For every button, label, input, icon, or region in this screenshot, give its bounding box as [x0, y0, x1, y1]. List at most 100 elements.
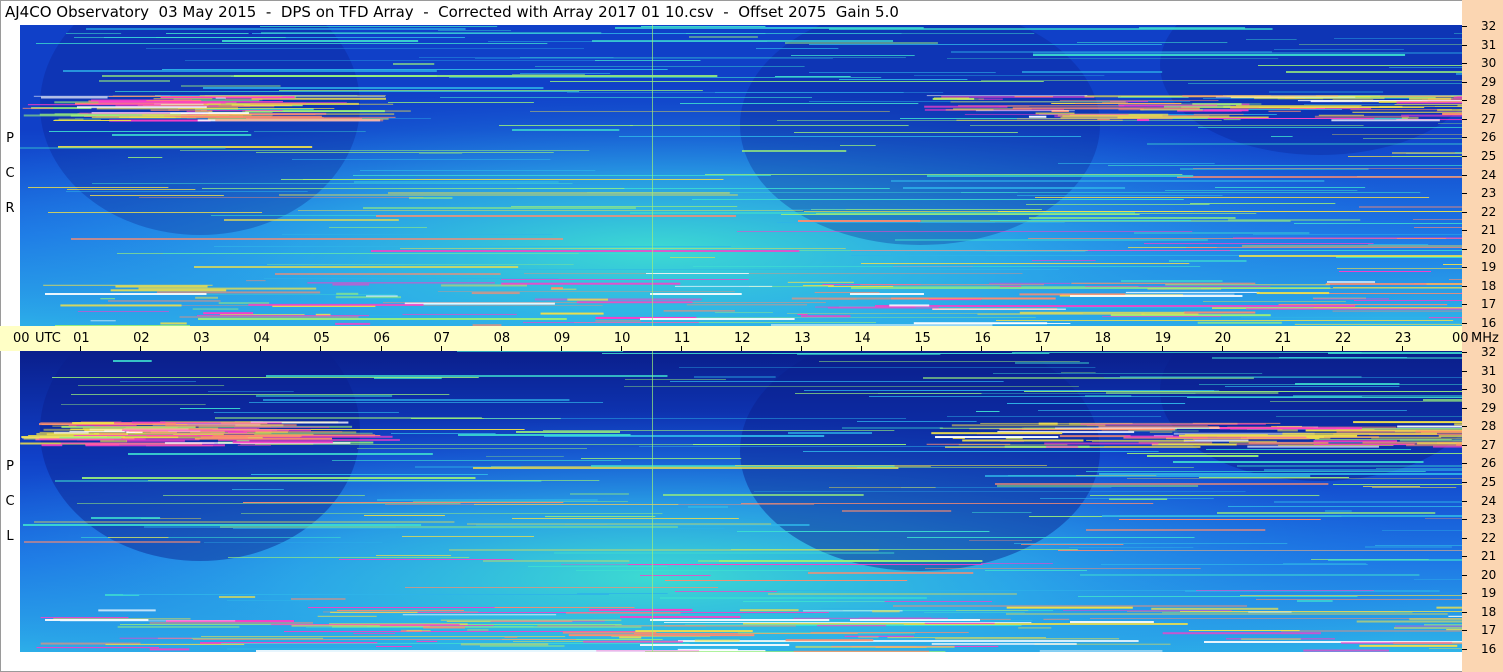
interference-streak [685, 624, 904, 625]
interference-streak [1392, 156, 1462, 157]
interference-streak [768, 593, 1017, 595]
lcp-label: P C L [0, 351, 20, 652]
emission-band [550, 288, 577, 290]
freq-tick-label: 22 [1481, 204, 1497, 219]
vertical-artifact [652, 351, 653, 652]
interference-streak [1455, 152, 1462, 153]
emission-band [192, 308, 239, 310]
emission-band [1426, 283, 1462, 285]
time-tick-mark [260, 346, 262, 351]
interference-streak [458, 434, 631, 436]
freq-tick-label: 32 [1481, 19, 1497, 33]
emission-band [674, 285, 773, 287]
emission-band [1137, 119, 1150, 122]
rcp-label: P C R [0, 25, 20, 326]
interference-streak [1363, 486, 1421, 487]
interference-streak [194, 266, 519, 268]
emission-band [472, 324, 502, 326]
emission-band [1071, 282, 1256, 284]
interference-streak [1069, 547, 1194, 548]
interference-streak [1414, 227, 1462, 228]
emission-band [962, 439, 1084, 442]
freq-tick-label: 24 [1481, 493, 1497, 508]
interference-streak [1240, 595, 1462, 596]
interference-streak [1104, 377, 1462, 378]
freq-tick-mark [1462, 44, 1467, 46]
interference-streak [82, 477, 476, 479]
interference-streak [679, 367, 1096, 368]
interference-streak [1339, 271, 1432, 272]
interference-streak [524, 273, 1023, 274]
time-tick-mark [500, 346, 502, 351]
interference-streak [92, 183, 573, 184]
interference-streak [102, 75, 437, 77]
interference-streak [112, 134, 252, 136]
interference-streak [646, 273, 749, 274]
interference-streak [292, 159, 551, 160]
emission-band [958, 444, 1068, 446]
interference-streak [857, 421, 977, 422]
rcp-letter-2: C [5, 166, 15, 181]
interference-streak [850, 251, 986, 252]
interference-streak [413, 501, 629, 502]
interference-streak [907, 537, 1195, 538]
emission-band [178, 108, 335, 110]
interference-streak [266, 375, 668, 377]
interference-streak [1106, 392, 1279, 394]
bright-streak [1070, 295, 1243, 297]
emission-band [1379, 105, 1462, 107]
emission-band [165, 424, 297, 427]
emission-band [924, 105, 1008, 108]
interference-streak [543, 430, 895, 431]
emission-band [90, 320, 116, 322]
time-tick-label: 03 [193, 331, 210, 346]
interference-streak [1086, 529, 1266, 531]
interference-streak [1217, 512, 1436, 514]
emission-band [270, 624, 460, 626]
time-axis-band [0, 326, 1462, 351]
interference-streak [842, 427, 943, 429]
emission-band [1147, 288, 1222, 290]
freq-tick-mark [1462, 63, 1467, 65]
interference-streak [1203, 301, 1346, 302]
interference-streak [1397, 238, 1446, 239]
time-tick-label: 10 [613, 331, 631, 346]
emission-band [1223, 105, 1403, 108]
freq-tick-mark [1462, 323, 1467, 324]
interference-streak [995, 483, 1329, 485]
interference-streak [719, 560, 983, 562]
time-tick-mark [140, 346, 142, 351]
interference-streak [181, 85, 281, 87]
freq-tick-mark [1462, 100, 1467, 102]
bright-streak [45, 293, 207, 295]
interference-streak [254, 131, 366, 132]
interference-streak [1040, 498, 1214, 499]
interference-streak [61, 404, 206, 405]
freq-tick-label: 32 [1481, 345, 1497, 359]
interference-streak [1449, 279, 1462, 280]
interference-streak [1193, 168, 1462, 169]
interference-streak [371, 250, 800, 252]
emission-band [1086, 439, 1195, 441]
interference-streak [914, 75, 1105, 76]
time-tick-label: 21 [1274, 331, 1292, 346]
interference-streak [970, 125, 1364, 126]
interference-streak [484, 418, 907, 419]
freq-tick-label: 26 [1481, 456, 1497, 471]
emission-band [402, 313, 517, 315]
emission-band [1043, 618, 1070, 620]
interference-streak [1225, 386, 1400, 387]
emission-band [1424, 624, 1462, 626]
interference-streak [1325, 510, 1352, 512]
emission-band [154, 103, 204, 105]
freq-tick-mark [1462, 611, 1467, 613]
interference-streak [166, 33, 249, 34]
interference-streak [1147, 143, 1462, 145]
interference-streak [291, 598, 346, 600]
interference-streak [1327, 281, 1376, 283]
interference-streak [405, 587, 719, 588]
emission-band [924, 622, 995, 624]
emission-band [810, 631, 969, 633]
emission-band [1438, 435, 1462, 438]
interference-streak [735, 465, 1047, 466]
